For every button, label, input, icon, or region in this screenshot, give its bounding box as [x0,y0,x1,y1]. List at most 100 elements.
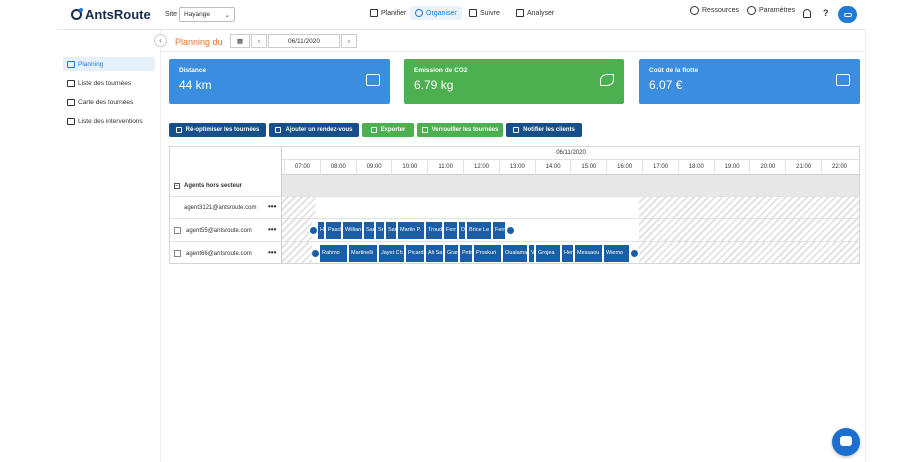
export-button[interactable]: Exporter [362,123,414,137]
task-block[interactable]: Ali Sa [426,245,444,262]
nav-suivre[interactable]: Suivre [464,6,505,20]
card-label: Emission de CO2 [414,67,468,74]
group-timeline [282,175,859,196]
card-value: 44 km [179,78,212,92]
calendar-picker-button[interactable]: ▦ [230,34,250,48]
top-bar: AntsRoute Site Hayange ⌄ Planifier Organ… [57,0,866,30]
task-block[interactable]: Oualama [503,245,528,262]
agent-timeline: H Pascl Willian San Sr Sar Martin P. Troudi Ferr… [282,219,859,241]
button-label: Notifier les clients [523,127,575,133]
sidebar-item-liste-tournees[interactable]: Liste des tournées [63,76,155,90]
task-block[interactable]: V [529,245,535,262]
route-end-marker[interactable] [507,227,514,234]
notify-clients-button[interactable]: Notifier les clients [506,123,582,137]
resources-link[interactable]: Ressources [690,6,739,15]
sidebar-item-carte-tournees[interactable]: Carte des tournées [63,95,155,109]
button-label: Exporter [380,127,406,133]
date-field[interactable]: 06/11/2020 [268,34,340,48]
add-appointment-button[interactable]: Ajouter un rendez-vous [269,123,359,137]
site-select[interactable]: Hayange ⌄ [179,7,235,22]
task-block[interactable]: Ferr [444,222,458,239]
sidebar-collapse-button[interactable]: ‹ [154,34,167,47]
nav-organiser[interactable]: Organiser [410,6,462,20]
unavailable-slot [639,219,859,241]
hour-label: 11:00 [427,160,463,175]
group-label[interactable]: − Agents hors secteur [170,175,282,197]
task-block[interactable]: Her [562,245,574,262]
task-block[interactable]: Proskuri [474,245,502,262]
agent-checkbox[interactable] [174,250,181,257]
route-start-marker[interactable] [310,227,317,234]
sidebar-item-label: Liste des interventions [78,117,143,125]
account-button[interactable] [838,6,857,23]
sidebar-item-liste-interventions[interactable]: Liste des interventions [63,114,155,128]
task-block[interactable]: Pascl [326,222,342,239]
chart-icon [516,9,524,17]
chevron-right-icon: › [347,37,351,45]
nav-analyser[interactable]: Analyser [511,6,559,20]
task-block[interactable]: Martinelli [349,245,378,262]
agent-checkbox[interactable] [174,227,181,234]
cloud-icon [370,127,377,133]
task-block[interactable]: D [459,222,466,239]
hour-label: 21:00 [785,160,821,175]
next-day-button[interactable]: › [341,34,357,48]
planning-gantt: 06/11/2020 07:00 08:00 09:00 10:00 11:00 12:0… [169,146,860,264]
task-block[interactable]: Martin P. [398,222,425,239]
fleet-cost-card: Coût de la flotte 6.07 € [639,59,860,104]
sidebar: Planning Liste des tournées Carte des to… [57,30,161,462]
nav-analyser-label: Analyser [527,9,555,17]
sidebar-item-planning[interactable]: Planning [63,57,155,71]
agent-row: agent3121@antsroute.com ••• [170,197,859,219]
hour-label: 08:00 [319,160,356,175]
lock-tours-button[interactable]: Verrouiller les tournées [417,123,503,137]
settings-link[interactable]: Paramètres [747,6,795,15]
flag-icon [469,9,477,17]
co2-card: Emission de CO2 6.79 kg [404,59,624,104]
task-block[interactable]: Messaou [575,245,603,262]
collapse-icon[interactable]: − [174,183,180,189]
task-block[interactable]: Sr [376,222,385,239]
nav-suivre-label: Suivre [480,9,500,17]
hour-label: 17:00 [642,160,678,175]
agent-label: agent66@antsroute.com [170,242,282,263]
book-icon [67,79,75,87]
button-label: Ré-optimiser les tournées [185,127,260,133]
nav-planifier[interactable]: Planifier [365,6,411,20]
task-block[interactable]: Picard [406,245,425,262]
bell-icon[interactable] [803,9,811,18]
task-block[interactable]: Gran [445,245,459,262]
task-block[interactable]: Willian [343,222,363,239]
task-block[interactable]: Ferr [493,222,506,239]
task-block[interactable]: Troudi [426,222,443,239]
task-block[interactable]: Jayet Ch [379,245,405,262]
chat-button[interactable] [832,428,860,456]
task-block[interactable]: Petit [460,245,473,262]
route-start-marker[interactable] [312,250,319,257]
site-value: Hayange [184,11,211,18]
agent-timeline: Rahmo Martinelli Jayet Ch Picard Ali Sa Gran P… [282,242,859,263]
task-block[interactable]: Rahmo [320,245,348,262]
unavailable-slot [639,242,859,263]
chevron-down-icon: ⌄ [224,11,230,19]
gantt-hours-header: 07:00 08:00 09:00 10:00 11:00 12:00 13:00 14:00… [282,160,859,175]
button-label: Ajouter un rendez-vous [285,127,353,133]
agent-email: agent3121@antsroute.com [184,205,257,211]
route-end-marker[interactable] [631,250,638,257]
date-value: 06/11/2020 [287,37,321,45]
task-block[interactable]: Sar [386,222,397,239]
hour-label: 20:00 [749,160,785,175]
agent-timeline [282,197,859,218]
task-block[interactable]: H [318,222,325,239]
reoptimize-button[interactable]: Ré-optimiser les tournées [169,123,266,137]
hour-label: 09:00 [355,160,392,175]
task-block[interactable]: Grojea [536,245,561,262]
prev-day-button[interactable]: ‹ [251,34,267,48]
card-value: 6.79 kg [414,78,454,92]
app-logo[interactable]: AntsRoute [71,7,151,22]
task-block[interactable]: San [364,222,375,239]
help-icon[interactable]: ? [823,8,829,18]
task-block[interactable]: Brice Le [467,222,492,239]
task-block[interactable]: Wiemo [604,245,630,262]
calendar-icon [370,9,378,17]
